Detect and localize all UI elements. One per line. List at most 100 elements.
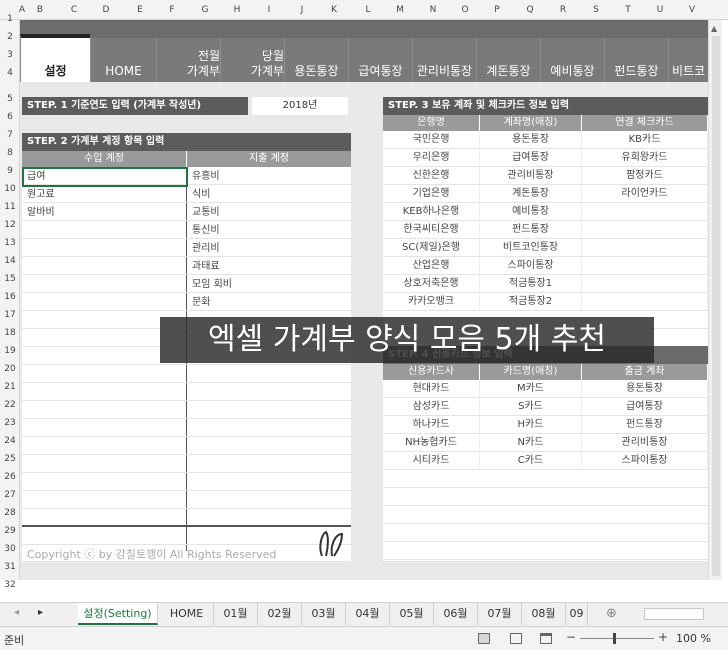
step3-cell[interactable]: KEB하나은행 <box>383 203 480 221</box>
row-header-18[interactable]: 18 <box>0 328 20 338</box>
step3-cell[interactable]: 적금통장2 <box>480 293 582 311</box>
expense-item[interactable]: 문화 <box>189 294 349 312</box>
step3-cell[interactable]: 기업은행 <box>383 185 480 203</box>
page-layout-icon[interactable] <box>510 633 522 644</box>
step4-cell[interactable]: N카드 <box>480 434 582 452</box>
step4-cell[interactable]: H카드 <box>480 416 582 434</box>
row-header-22[interactable]: 22 <box>0 400 20 410</box>
column-header-R[interactable]: R <box>551 5 575 15</box>
step3-cell[interactable] <box>582 221 708 239</box>
expense-item[interactable]: 유흥비 <box>189 168 349 186</box>
tab-nav-right-icon[interactable]: ▸ <box>38 607 43 618</box>
step3-cell[interactable]: 신한은행 <box>383 167 480 185</box>
column-header-D[interactable]: D <box>94 5 118 15</box>
step3-cell[interactable]: 계돈통장 <box>480 185 582 203</box>
column-header-K[interactable]: K <box>322 5 346 15</box>
vertical-scrollbar[interactable]: ▲ <box>708 20 722 580</box>
row-header-32[interactable]: 32 <box>0 580 20 590</box>
step3-cell[interactable]: 예비통장 <box>480 203 582 221</box>
row-header-1[interactable]: 1 <box>0 14 20 24</box>
scroll-up-icon[interactable]: ▲ <box>711 24 717 33</box>
step3-cell[interactable]: 관리비통장 <box>480 167 582 185</box>
row-header-12[interactable]: 12 <box>0 220 20 230</box>
row-header-15[interactable]: 15 <box>0 274 20 284</box>
column-header-C[interactable]: C <box>62 5 86 15</box>
zoom-in-icon[interactable]: + <box>658 630 668 644</box>
row-header-7[interactable]: 7 <box>0 130 20 140</box>
row-header-3[interactable]: 3 <box>0 50 20 60</box>
step3-cell[interactable]: 상호저축은행 <box>383 275 480 293</box>
step3-cell[interactable]: 산업은행 <box>383 257 480 275</box>
step4-cell[interactable]: 스파이통장 <box>582 452 708 470</box>
step3-cell[interactable] <box>582 257 708 275</box>
expense-item[interactable]: 관리비 <box>189 240 349 258</box>
sheet-tab-2[interactable]: 01월 <box>214 603 258 625</box>
nav-tab-10[interactable]: 비트코 <box>668 38 708 82</box>
step4-cell[interactable]: 삼성카드 <box>383 398 480 416</box>
step3-cell[interactable]: 한국씨티은행 <box>383 221 480 239</box>
expense-item[interactable]: 과태료 <box>189 258 349 276</box>
column-header-B[interactable]: B <box>28 5 52 15</box>
nav-tab-8[interactable]: 예비통장 <box>540 38 604 82</box>
step4-cell[interactable]: 펀드통장 <box>582 416 708 434</box>
step3-cell[interactable]: SC(제일)은행 <box>383 239 480 257</box>
column-header-N[interactable]: N <box>421 5 445 15</box>
income-item[interactable]: 원고료 <box>24 186 184 204</box>
scrollbar-thumb[interactable] <box>712 36 720 576</box>
row-header-29[interactable]: 29 <box>0 526 20 536</box>
step4-cell[interactable]: S카드 <box>480 398 582 416</box>
row-header-20[interactable]: 20 <box>0 364 20 374</box>
column-header-J[interactable]: J <box>290 5 314 15</box>
zoom-slider[interactable] <box>580 638 654 639</box>
column-header-G[interactable]: G <box>193 5 217 15</box>
column-header-F[interactable]: F <box>160 5 184 15</box>
row-header-5[interactable]: 5 <box>0 94 20 104</box>
income-item[interactable]: 알바비 <box>24 204 184 222</box>
step3-cell[interactable]: 라이언카드 <box>582 185 708 203</box>
step3-cell[interactable]: 유희왕카드 <box>582 149 708 167</box>
row-header-2[interactable]: 2 <box>0 32 20 42</box>
zoom-out-icon[interactable]: − <box>566 630 576 644</box>
column-header-P[interactable]: P <box>485 5 509 15</box>
page-break-icon[interactable] <box>540 633 552 644</box>
sheet-tab-7[interactable]: 06월 <box>434 603 478 625</box>
step3-cell[interactable]: 스파이통장 <box>480 257 582 275</box>
row-header-6[interactable]: 6 <box>0 112 20 122</box>
step4-cell[interactable]: NH농협카드 <box>383 434 480 452</box>
row-header-27[interactable]: 27 <box>0 490 20 500</box>
step3-cell[interactable] <box>582 275 708 293</box>
worksheet-area[interactable]: 설정 HOME 전월 가계부 당월 가계부 용돈통장 급여통장 관리비통장 계돈통장 예비통장 펀드통… <box>20 20 708 580</box>
row-header-28[interactable]: 28 <box>0 508 20 518</box>
tab-nav-left-icon[interactable]: ◂ <box>14 607 19 618</box>
step3-cell[interactable]: 용돈통장 <box>480 131 582 149</box>
column-header-E[interactable]: E <box>128 5 152 15</box>
row-header-21[interactable]: 21 <box>0 382 20 392</box>
step4-cell[interactable]: 용돈통장 <box>582 380 708 398</box>
step3-cell[interactable]: 비트코인통장 <box>480 239 582 257</box>
sheet-tab-6[interactable]: 05월 <box>390 603 434 625</box>
nav-tab-6[interactable]: 관리비통장 <box>412 38 476 82</box>
row-header-10[interactable]: 10 <box>0 184 20 194</box>
row-header-23[interactable]: 23 <box>0 418 20 428</box>
row-header-30[interactable]: 30 <box>0 544 20 554</box>
step3-cell[interactable]: 우리은행 <box>383 149 480 167</box>
column-header-I[interactable]: I <box>257 5 281 15</box>
normal-view-icon[interactable] <box>478 633 490 644</box>
year-cell[interactable]: 2018년 <box>252 97 348 115</box>
nav-tab-9[interactable]: 펀드통장 <box>604 38 668 82</box>
sheet-tab-8[interactable]: 07월 <box>478 603 522 625</box>
step3-cell[interactable] <box>582 293 708 311</box>
column-header-V[interactable]: V <box>680 5 704 15</box>
column-header-L[interactable]: L <box>356 5 380 15</box>
sheet-tab-4[interactable]: 03월 <box>302 603 346 625</box>
row-header-14[interactable]: 14 <box>0 256 20 266</box>
row-header-25[interactable]: 25 <box>0 454 20 464</box>
step3-cell[interactable]: 펀드통장 <box>480 221 582 239</box>
row-header-31[interactable]: 31 <box>0 562 20 572</box>
nav-tab-1[interactable]: HOME <box>90 38 156 82</box>
expense-item[interactable]: 교통비 <box>189 204 349 222</box>
expense-item[interactable]: 모임 회비 <box>189 276 349 294</box>
sheet-tab-5[interactable]: 04월 <box>346 603 390 625</box>
column-header-H[interactable]: H <box>225 5 249 15</box>
sheet-tab-10[interactable]: 09 <box>566 603 588 625</box>
